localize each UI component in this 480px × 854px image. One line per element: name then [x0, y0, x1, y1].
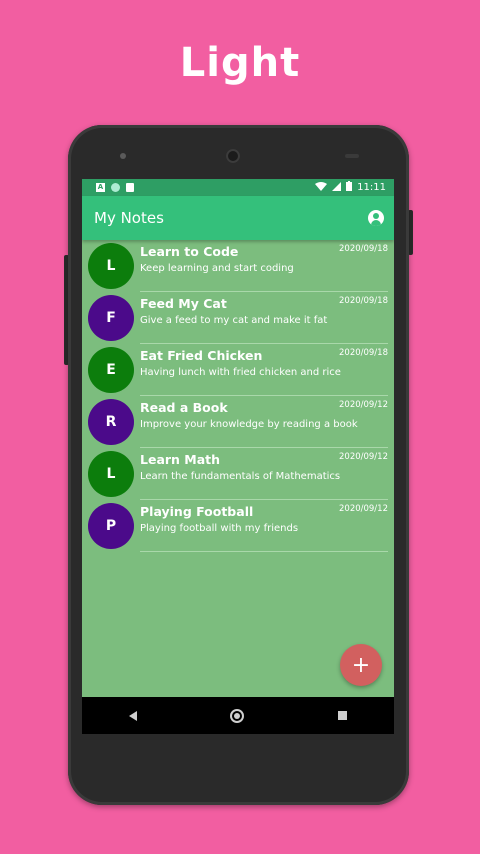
note-title: Playing Football	[140, 504, 254, 519]
system-nav-bar	[82, 697, 394, 734]
status-bar: A 11:11	[82, 179, 394, 196]
note-avatar: R	[88, 399, 134, 445]
add-note-button[interactable]: +	[340, 644, 382, 686]
sd-card-icon	[126, 183, 134, 192]
battery-icon	[346, 181, 353, 194]
home-icon[interactable]	[230, 708, 245, 723]
note-title: Learn Math	[140, 452, 221, 467]
notes-list: L Learn to Code Keep learning and start …	[82, 240, 394, 552]
note-title: Read a Book	[140, 400, 228, 415]
note-item[interactable]: L Learn Math Learn the fundamentals of M…	[82, 448, 394, 500]
status-time: 11:11	[357, 182, 386, 193]
note-date: 2020/09/12	[339, 400, 388, 410]
note-description: Playing football with my friends	[140, 523, 299, 534]
note-avatar: P	[88, 503, 134, 549]
note-avatar: F	[88, 295, 134, 341]
note-item[interactable]: R Read a Book Improve your knowledge by …	[82, 396, 394, 448]
sync-notification-icon	[111, 183, 120, 192]
note-date: 2020/09/18	[339, 244, 388, 254]
divider	[140, 551, 388, 552]
app-notification-icon: A	[96, 183, 105, 192]
signal-icon	[332, 181, 342, 194]
note-item[interactable]: P Playing Football Playing football with…	[82, 500, 394, 552]
note-description: Improve your knowledge by reading a book	[140, 419, 358, 430]
note-title: Learn to Code	[140, 244, 239, 259]
note-avatar: E	[88, 347, 134, 393]
front-camera	[120, 153, 126, 159]
app-bar: My Notes	[82, 196, 394, 240]
wifi-icon	[315, 181, 328, 194]
note-avatar: L	[88, 243, 134, 289]
back-icon[interactable]	[128, 710, 137, 721]
note-date: 2020/09/18	[339, 348, 388, 358]
app-title: My Notes	[94, 209, 164, 227]
note-description: Give a feed to my cat and make it fat	[140, 315, 328, 326]
note-avatar: L	[88, 451, 134, 497]
note-title: Feed My Cat	[140, 296, 227, 311]
note-date: 2020/09/12	[339, 452, 388, 462]
banner-title: Light	[179, 40, 301, 86]
note-title: Eat Fried Chicken	[140, 348, 263, 363]
speaker-icon	[226, 149, 240, 163]
account-icon[interactable]	[368, 210, 384, 226]
note-item[interactable]: L Learn to Code Keep learning and start …	[82, 240, 394, 292]
note-description: Having lunch with fried chicken and rice	[140, 367, 341, 378]
app-screen: A 11:11 My Notes L Learn to Code Keep le…	[82, 179, 394, 734]
proximity-sensor	[345, 154, 359, 158]
note-description: Keep learning and start coding	[140, 263, 294, 274]
note-item[interactable]: F Feed My Cat Give a feed to my cat and …	[82, 292, 394, 344]
note-item[interactable]: E Eat Fried Chicken Having lunch with fr…	[82, 344, 394, 396]
note-description: Learn the fundamentals of Mathematics	[140, 471, 341, 482]
recent-apps-icon[interactable]	[338, 711, 348, 720]
note-date: 2020/09/18	[339, 296, 388, 306]
note-date: 2020/09/12	[339, 504, 388, 514]
